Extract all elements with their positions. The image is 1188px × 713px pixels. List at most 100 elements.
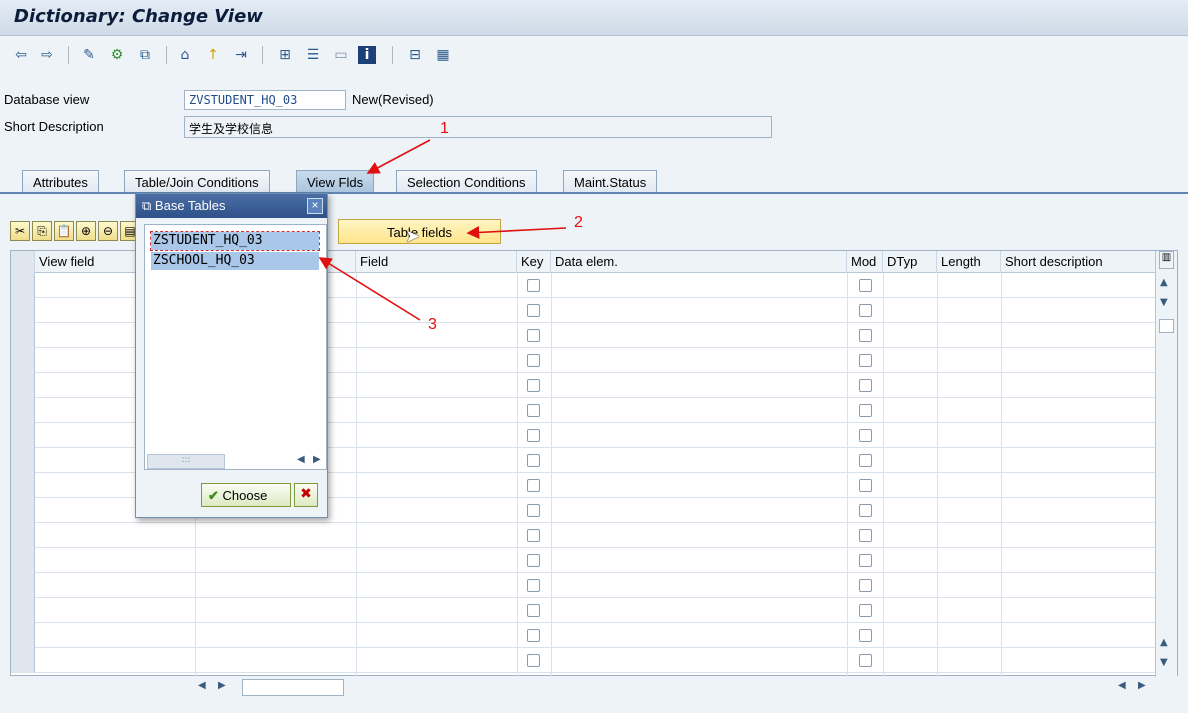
key-checkbox[interactable] — [527, 379, 540, 392]
table-icon[interactable]: ▭ — [332, 46, 350, 64]
tab-table-join-conditions[interactable]: Table/Join Conditions — [124, 170, 270, 194]
list-scroll-right-icon[interactable]: ▶ — [313, 454, 321, 465]
key-checkbox[interactable] — [527, 354, 540, 367]
col-length[interactable]: Length — [937, 251, 1001, 273]
delete-row-icon[interactable]: ⊖ — [98, 221, 118, 241]
choose-button[interactable]: ✔ Choose — [201, 483, 291, 507]
row-selector[interactable] — [11, 598, 35, 623]
mod-checkbox[interactable] — [859, 504, 872, 517]
scroll-up-bottom-icon[interactable]: ▲ — [1160, 637, 1168, 648]
key-checkbox[interactable] — [527, 604, 540, 617]
tab-view-flds[interactable]: View Flds — [296, 170, 375, 194]
short-description-field[interactable]: 学生及学校信息 — [184, 116, 772, 138]
table-row[interactable] — [11, 598, 1156, 623]
col-data-elem[interactable]: Data elem. — [551, 251, 847, 273]
list-item[interactable]: ZSTUDENT_HQ_03 — [150, 231, 320, 251]
key-checkbox[interactable] — [527, 629, 540, 642]
key-checkbox[interactable] — [527, 479, 540, 492]
horizontal-scrollbar[interactable]: ◀ ▶ ◀ ▶ — [190, 678, 1180, 698]
table-row[interactable] — [11, 548, 1156, 573]
list-scroll-left-icon[interactable]: ◀ — [297, 454, 305, 465]
mod-checkbox[interactable] — [859, 604, 872, 617]
col-key[interactable]: Key — [517, 251, 551, 273]
key-checkbox[interactable] — [527, 504, 540, 517]
mod-checkbox[interactable] — [859, 354, 872, 367]
key-checkbox[interactable] — [527, 454, 540, 467]
table-row[interactable] — [11, 623, 1156, 648]
row-selector[interactable] — [11, 423, 35, 448]
row-selector[interactable] — [11, 398, 35, 423]
copy-icon[interactable]: ⎘ — [32, 221, 52, 241]
mod-checkbox[interactable] — [859, 429, 872, 442]
mod-checkbox[interactable] — [859, 629, 872, 642]
tab-attributes[interactable]: Attributes — [22, 170, 99, 194]
key-checkbox[interactable] — [527, 329, 540, 342]
scroll-up-icon[interactable]: ▲ — [1160, 277, 1168, 288]
scroll-thumb[interactable] — [1159, 319, 1174, 333]
row-selector[interactable] — [11, 648, 35, 673]
row-selector[interactable] — [11, 323, 35, 348]
scroll-right-icon[interactable]: ▶ — [218, 680, 226, 691]
table-row[interactable] — [11, 648, 1156, 673]
mod-checkbox[interactable] — [859, 454, 872, 467]
scroll-left-end-icon[interactable]: ◀ — [1118, 680, 1126, 691]
hierarchy-icon[interactable]: ⊞ — [276, 46, 294, 64]
key-checkbox[interactable] — [527, 554, 540, 567]
mod-checkbox[interactable] — [859, 329, 872, 342]
tab-maint-status[interactable]: Maint.Status — [563, 170, 658, 194]
row-selector[interactable] — [11, 448, 35, 473]
scroll-left-icon[interactable]: ◀ — [198, 680, 206, 691]
paste-icon[interactable]: 📋 — [54, 221, 74, 241]
close-icon[interactable]: × — [307, 198, 323, 214]
col-field[interactable]: Field — [356, 251, 517, 273]
display-change-icon[interactable]: ⚙ — [108, 46, 126, 64]
key-checkbox[interactable] — [527, 304, 540, 317]
table-row[interactable] — [11, 523, 1156, 548]
mod-checkbox[interactable] — [859, 379, 872, 392]
tree-icon[interactable]: ☰ — [304, 46, 322, 64]
activate-icon[interactable]: ↑ — [204, 46, 222, 64]
row-selector[interactable] — [11, 473, 35, 498]
other-object-icon[interactable]: ⧉ — [136, 46, 154, 64]
db-view-field[interactable]: ZVSTUDENT_HQ_03 — [184, 90, 346, 110]
where-used-icon[interactable]: ⌂ — [176, 46, 194, 64]
mod-checkbox[interactable] — [859, 404, 872, 417]
tab-selection-conditions[interactable]: Selection Conditions — [396, 170, 537, 194]
scroll-down-icon[interactable]: ▼ — [1160, 297, 1168, 308]
col-short-description[interactable]: Short description — [1001, 251, 1156, 273]
row-selector[interactable] — [11, 523, 35, 548]
row-selector[interactable] — [11, 548, 35, 573]
row-selector[interactable] — [11, 348, 35, 373]
cut-icon[interactable]: ✂ — [10, 221, 30, 241]
key-checkbox[interactable] — [527, 429, 540, 442]
info-icon[interactable]: i — [358, 46, 376, 64]
column-config-icon[interactable]: ▥ — [1159, 251, 1174, 269]
mod-checkbox[interactable] — [859, 554, 872, 567]
scroll-right-end-icon[interactable]: ▶ — [1138, 680, 1146, 691]
mod-checkbox[interactable] — [859, 279, 872, 292]
hscroll-thumb[interactable] — [242, 679, 344, 696]
edit-icon[interactable]: ✎ — [80, 46, 98, 64]
table-row[interactable] — [11, 573, 1156, 598]
list-hscroll-thumb[interactable]: ::: — [147, 454, 225, 469]
scroll-down-bottom-icon[interactable]: ▼ — [1160, 657, 1168, 668]
mod-checkbox[interactable] — [859, 529, 872, 542]
key-checkbox[interactable] — [527, 529, 540, 542]
list-item[interactable]: ZSCHOOL_HQ_03 — [151, 252, 319, 270]
mod-checkbox[interactable] — [859, 479, 872, 492]
col-dtyp[interactable]: DTyp — [883, 251, 937, 273]
row-selector[interactable] — [11, 573, 35, 598]
mod-checkbox[interactable] — [859, 654, 872, 667]
key-checkbox[interactable] — [527, 579, 540, 592]
layout-icon[interactable]: ▦ — [434, 46, 452, 64]
mod-checkbox[interactable] — [859, 304, 872, 317]
mod-checkbox[interactable] — [859, 579, 872, 592]
row-selector[interactable] — [11, 273, 35, 298]
forward-icon[interactable]: ⇨ — [38, 46, 56, 64]
vertical-scrollbar[interactable]: ▥ ▲ ▼ ▲ ▼ — [1155, 251, 1177, 677]
key-checkbox[interactable] — [527, 404, 540, 417]
navigate-icon[interactable]: ⇥ — [232, 46, 250, 64]
technical-settings-icon[interactable]: ⊟ — [406, 46, 424, 64]
key-checkbox[interactable] — [527, 279, 540, 292]
cancel-button[interactable]: ✖ — [294, 483, 318, 507]
